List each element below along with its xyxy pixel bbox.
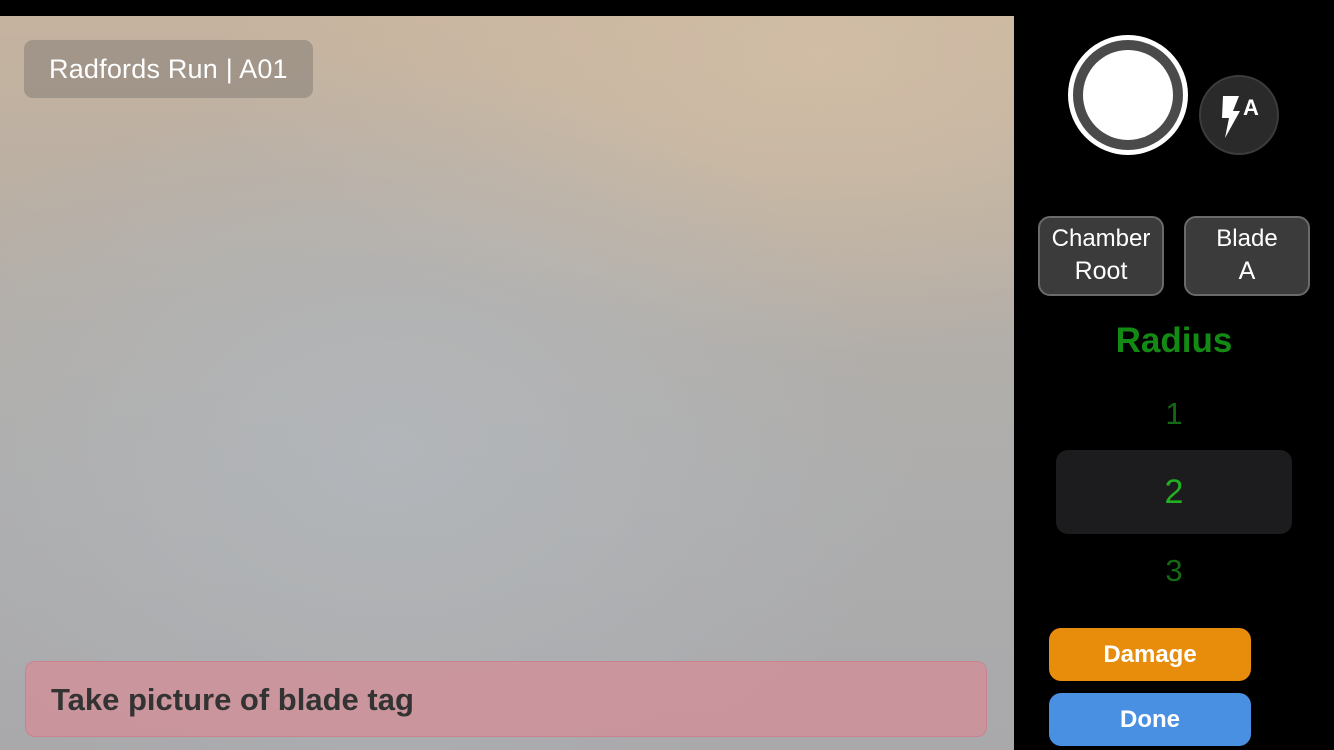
radius-option[interactable]: 3 [1014,551,1334,591]
camera-viewfinder[interactable]: Radfords Run | A01 Take picture of blade… [0,16,1014,750]
chamber-selector-button[interactable]: Chamber Root [1038,216,1164,296]
flash-auto-button[interactable]: A [1199,75,1279,155]
chamber-value: Root [1074,257,1128,285]
flash-mode-letter: A [1243,95,1259,120]
chamber-caption: Chamber [1051,225,1151,252]
blade-selector-button[interactable]: Blade A [1184,216,1310,296]
flash-auto-icon: A [1222,95,1259,138]
radius-option-selected[interactable]: 2 [1014,472,1334,512]
camera-screen: Radfords Run | A01 Take picture of blade… [0,0,1334,750]
done-button[interactable]: Done [1049,693,1251,746]
instruction-banner: Take picture of blade tag [25,661,987,737]
blade-value: A [1238,257,1256,285]
damage-button[interactable]: Damage [1049,628,1251,681]
radius-title: Radius [1115,321,1233,360]
site-label: Radfords Run | A01 [24,40,313,98]
radius-picker[interactable]: 1 2 3 4 [1014,376,1334,644]
camera-control-panel: A Chamber Root Blade A Radius 1 2 3 4 Da… [1014,0,1334,750]
blade-caption: Blade [1216,225,1278,252]
shutter-core [1083,50,1173,140]
shutter-button[interactable] [1068,35,1188,155]
radius-option[interactable]: 1 [1014,394,1334,434]
